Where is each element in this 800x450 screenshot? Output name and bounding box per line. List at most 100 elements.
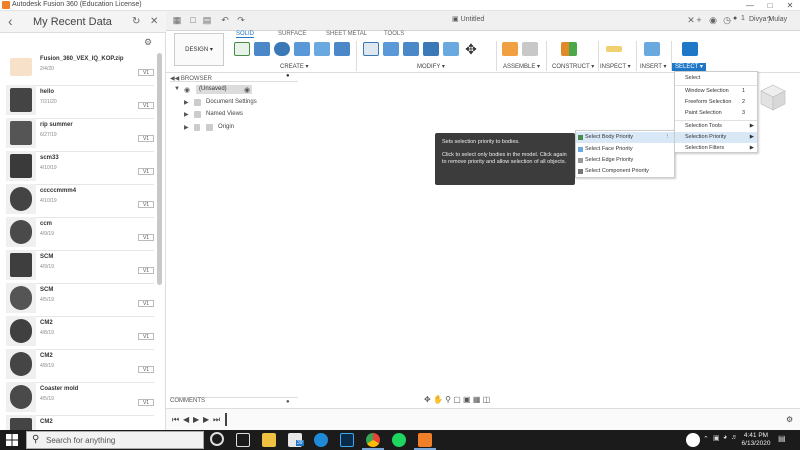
version-badge[interactable]: V1 xyxy=(138,135,154,142)
select-body-priority-item[interactable]: Select Body Priority ⋮ xyxy=(576,132,674,143)
expand-triangle-icon[interactable]: ▶ xyxy=(184,124,189,131)
comments-panel[interactable]: COMMENTS ● xyxy=(170,397,298,406)
edge-browser-icon[interactable] xyxy=(314,433,328,447)
maximize-button[interactable]: □ xyxy=(760,0,780,11)
tab-sheet-metal[interactable]: SHEET METAL xyxy=(326,31,367,37)
gear-icon[interactable]: ⚙ xyxy=(144,37,152,48)
list-item[interactable]: cccccmmm4 4/10/19 V1 xyxy=(6,184,154,218)
workspace-switcher-button[interactable]: DESIGN ▾ xyxy=(174,33,224,66)
data-panel-scrollbar[interactable] xyxy=(157,53,162,285)
save-icon[interactable]: ▤ xyxy=(202,15,212,25)
comments-pin-icon[interactable]: ● xyxy=(286,399,290,405)
list-item[interactable]: rip summer 6/27/19 V1 xyxy=(6,118,154,152)
list-item[interactable]: SCM 4/5/19 V1 xyxy=(6,283,154,317)
move-icon[interactable]: ✥ xyxy=(463,42,479,56)
pattern-icon[interactable] xyxy=(334,42,350,56)
offset-plane-icon[interactable] xyxy=(561,42,577,56)
cortana-icon[interactable] xyxy=(210,432,224,446)
version-badge[interactable]: V1 xyxy=(138,168,154,175)
volume-icon[interactable]: ♬ xyxy=(731,434,738,441)
tab-solid[interactable]: SOLID xyxy=(236,31,255,38)
assemble-group-label[interactable]: ASSEMBLE ▾ xyxy=(503,63,540,70)
visibility-eye-icon[interactable]: ◉ xyxy=(184,86,190,94)
go-to-end-icon[interactable]: ⏭ xyxy=(213,415,220,425)
list-item[interactable]: CM2 4/8/19 V1 xyxy=(6,316,154,350)
select-edge-priority-item[interactable]: Select Edge Priority xyxy=(576,155,674,166)
collapse-icon[interactable]: ◀◀ xyxy=(170,76,181,82)
version-badge[interactable]: V1 xyxy=(138,234,154,241)
version-badge[interactable]: V1 xyxy=(138,267,154,274)
document-tab[interactable]: ▣ Untitled xyxy=(452,15,484,23)
paint-selection-item[interactable]: Paint Selection 3 xyxy=(675,108,757,119)
list-item[interactable]: CM2 4/8/19 V1 xyxy=(6,349,154,383)
extensions-icon[interactable]: ◉ xyxy=(708,15,718,25)
close-panel-icon[interactable]: ✕ xyxy=(150,16,158,27)
select-face-priority-item[interactable]: Select Face Priority xyxy=(576,144,674,155)
insert-group-label[interactable]: INSERT ▾ xyxy=(640,63,666,70)
modify-group-label[interactable]: MODIFY ▾ xyxy=(417,63,445,70)
user-name[interactable]: Divya Mulay xyxy=(749,16,787,23)
insert-image-icon[interactable] xyxy=(644,42,660,56)
windows-start-icon[interactable] xyxy=(6,434,18,446)
version-badge[interactable]: V1 xyxy=(138,333,154,340)
step-back-icon[interactable]: ◀ xyxy=(183,415,189,424)
extrude-icon[interactable] xyxy=(254,42,270,56)
window-selection-item[interactable]: Window Selection 1 xyxy=(675,86,757,97)
freeform-selection-item[interactable]: Freeform Selection 2 xyxy=(675,97,757,108)
step-forward-icon[interactable]: ▶ xyxy=(203,415,209,424)
chrome-icon[interactable] xyxy=(366,433,380,447)
taskbar-search-box[interactable]: ⚲ Search for anything xyxy=(26,431,204,449)
timeline-marker[interactable] xyxy=(225,413,227,426)
grid-settings-icon[interactable]: ▦ xyxy=(473,395,481,404)
wifi-icon[interactable]: ◕ xyxy=(723,434,727,441)
version-badge[interactable]: V1 xyxy=(138,366,154,373)
expand-triangle-icon[interactable]: ▶ xyxy=(184,111,189,118)
file-icon[interactable]: □ xyxy=(188,15,198,25)
timeline-settings-icon[interactable]: ⚙ xyxy=(786,415,793,424)
minimize-button[interactable]: — xyxy=(740,0,760,11)
notification-icon[interactable]: ● xyxy=(733,15,737,22)
photoshop-icon[interactable] xyxy=(340,433,354,447)
shell-icon[interactable] xyxy=(403,42,419,56)
press-pull-icon[interactable] xyxy=(363,42,379,56)
system-clock[interactable]: 4:41 PM 6/13/2020 xyxy=(740,432,772,448)
combine-icon[interactable] xyxy=(423,42,439,56)
new-component-icon[interactable] xyxy=(502,42,518,56)
browser-panel-header[interactable]: ◀◀ BROWSER ● xyxy=(170,73,298,82)
undo-icon[interactable]: ↶ xyxy=(220,15,230,25)
spotify-icon[interactable] xyxy=(392,433,406,447)
battery-icon[interactable]: ▣ xyxy=(713,434,720,442)
more-options-icon[interactable]: ⋮ xyxy=(665,132,671,143)
fillet-icon[interactable] xyxy=(383,42,399,56)
list-item[interactable]: hello 7/21/20 V1 xyxy=(6,85,154,119)
list-item[interactable]: ccm 4/9/19 V1 xyxy=(6,217,154,251)
zoom-icon[interactable]: ⚲ xyxy=(445,395,451,404)
close-button[interactable]: ✕ xyxy=(780,0,800,11)
tab-tools[interactable]: TOOLS xyxy=(384,31,404,37)
refresh-icon[interactable]: ↻ xyxy=(132,16,140,27)
version-badge[interactable]: V1 xyxy=(138,102,154,109)
version-badge[interactable]: V1 xyxy=(138,201,154,208)
selection-tools-item[interactable]: Selection Tools ▶ xyxy=(675,121,757,132)
tray-overflow-icon[interactable]: ⌃ xyxy=(703,435,709,443)
fit-icon[interactable]: ▢ xyxy=(453,395,461,404)
redo-icon[interactable]: ↷ xyxy=(236,15,246,25)
selection-priority-item[interactable]: Selection Priority ▶ xyxy=(675,132,757,143)
activate-radio-icon[interactable]: ◉ xyxy=(244,86,250,94)
display-settings-icon[interactable]: ▣ xyxy=(463,395,471,404)
version-badge[interactable]: V1 xyxy=(138,300,154,307)
expand-root-icon[interactable]: ▼ xyxy=(174,86,180,92)
create-sketch-icon[interactable] xyxy=(234,42,250,56)
create-group-label[interactable]: CREATE ▾ xyxy=(280,63,309,70)
viewports-icon[interactable]: ◫ xyxy=(483,395,491,404)
play-icon[interactable]: ▶ xyxy=(193,415,199,424)
pan-icon[interactable]: ✋ xyxy=(433,395,443,404)
box-icon[interactable] xyxy=(314,42,330,56)
expand-triangle-icon[interactable]: ▶ xyxy=(184,99,189,106)
orbit-icon[interactable]: ✥ xyxy=(424,395,431,404)
viewcube[interactable] xyxy=(758,82,788,112)
select-group-label[interactable]: SELECT ▾ xyxy=(672,63,706,71)
list-item[interactable]: scm33 4/10/19 V1 xyxy=(6,151,154,185)
measure-icon[interactable] xyxy=(606,46,622,52)
notifications-icon[interactable]: ▤ xyxy=(778,434,786,443)
